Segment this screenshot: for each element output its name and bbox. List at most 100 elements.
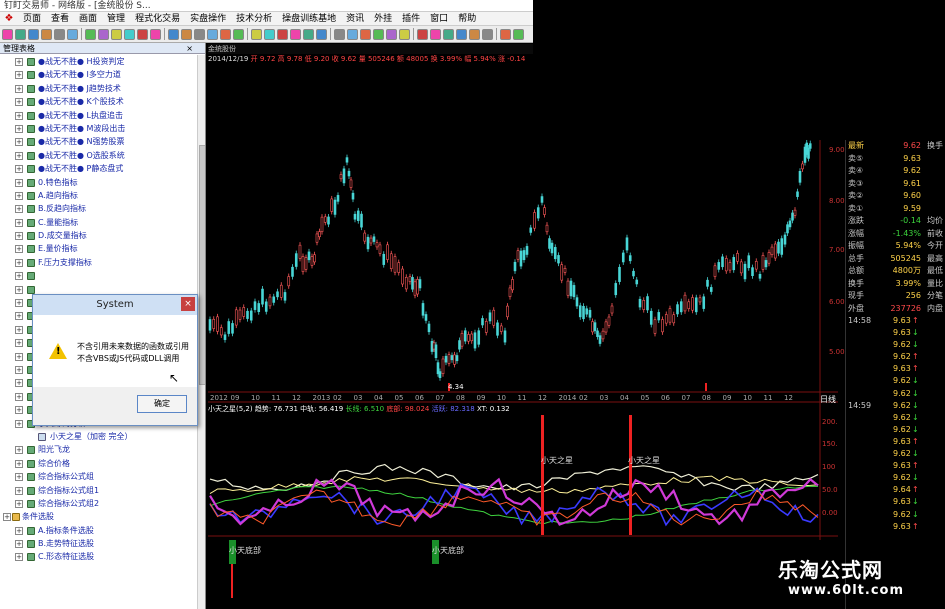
menu-item-8[interactable]: 资讯 xyxy=(341,12,369,26)
expand-icon[interactable]: + xyxy=(15,205,23,214)
toolbar-tool-icon[interactable] xyxy=(347,28,358,40)
expand-icon[interactable]: + xyxy=(15,312,23,321)
tree-item[interactable]: + F.压力支撑指标 xyxy=(0,256,197,269)
tree-item[interactable]: + B.反趋向指标 xyxy=(0,202,197,215)
toolbar-tool-icon[interactable] xyxy=(85,28,96,40)
expand-icon[interactable]: + xyxy=(15,473,23,482)
menu-item-2[interactable]: 画面 xyxy=(74,12,102,26)
toolbar-tool-icon[interactable] xyxy=(456,28,467,40)
tree-item[interactable]: + ●战无不胜● J趋势技术 xyxy=(0,82,197,95)
toolbar-tool-icon[interactable] xyxy=(513,28,524,40)
menu-item-12[interactable]: 帮助 xyxy=(453,12,481,26)
expand-icon[interactable]: + xyxy=(15,379,23,388)
tree-item[interactable]: + C.形态特征选股 xyxy=(0,550,197,563)
tree-item[interactable]: + ●战无不胜● H投资判定 xyxy=(0,55,197,68)
toolbar-tool-icon[interactable] xyxy=(111,28,122,40)
toolbar-tool-icon[interactable] xyxy=(399,28,410,40)
expand-icon[interactable]: + xyxy=(15,299,23,308)
toolbar-tool-icon[interactable] xyxy=(482,28,493,40)
expand-icon[interactable]: + xyxy=(15,232,23,241)
tree-item[interactable]: + ●战无不胜● M波段出击 xyxy=(0,122,197,135)
expand-icon[interactable]: + xyxy=(15,165,23,174)
expand-icon[interactable]: + xyxy=(15,98,23,107)
toolbar-tool-icon[interactable] xyxy=(207,28,218,40)
expand-icon[interactable]: + xyxy=(15,84,23,93)
toolbar-tool-icon[interactable] xyxy=(233,28,244,40)
expand-icon[interactable]: + xyxy=(15,339,23,348)
toolbar-tool-icon[interactable] xyxy=(277,28,288,40)
tree-item[interactable]: + ●战无不胜● P静态盘式 xyxy=(0,162,197,175)
menu-item-9[interactable]: 外挂 xyxy=(369,12,397,26)
toolbar-tool-icon[interactable] xyxy=(417,28,428,40)
tree-item[interactable]: + xyxy=(0,269,197,282)
expand-icon[interactable]: + xyxy=(15,138,23,147)
panel-close-button[interactable]: × xyxy=(186,43,193,54)
expand-icon[interactable]: + xyxy=(15,553,23,562)
toolbar-tool-icon[interactable] xyxy=(28,28,39,40)
tree-item[interactable]: + A.指标条件选股 xyxy=(0,524,197,537)
tick-list[interactable]: 14:58 9.63 ↑ 9.63 ↓ 9.62 ↓ 9.62 ↑ 9.63 ↑ 9.62 ↓ 9.62 ↓… xyxy=(846,315,945,533)
tree-item[interactable]: + 综合指标公式组1 xyxy=(0,484,197,497)
expand-icon[interactable]: + xyxy=(15,325,23,334)
toolbar-tool-icon[interactable] xyxy=(334,28,345,40)
toolbar-tool-icon[interactable] xyxy=(290,28,301,40)
expand-icon[interactable]: + xyxy=(15,272,23,281)
expand-icon[interactable]: + xyxy=(3,513,11,522)
menu-item-1[interactable]: 查看 xyxy=(46,12,74,26)
toolbar-tool-icon[interactable] xyxy=(469,28,480,40)
toolbar-tool-icon[interactable] xyxy=(194,28,205,40)
tree-item[interactable]: + 综合指标公式组 xyxy=(0,470,197,483)
expand-icon[interactable]: + xyxy=(15,191,23,200)
toolbar-tool-icon[interactable] xyxy=(303,28,314,40)
tree-item[interactable]: + 阳光飞龙 xyxy=(0,443,197,456)
toolbar-tool-icon[interactable] xyxy=(251,28,262,40)
toolbar-tool-icon[interactable] xyxy=(2,28,13,40)
toolbar-tool-icon[interactable] xyxy=(124,28,135,40)
tree-item[interactable]: + E.量价指标 xyxy=(0,242,197,255)
expand-icon[interactable]: + xyxy=(15,365,23,374)
expand-icon[interactable]: + xyxy=(15,245,23,254)
tree-item[interactable]: + C.量能指标 xyxy=(0,216,197,229)
tree-item[interactable]: + ●战无不胜● O选股系统 xyxy=(0,149,197,162)
menu-item-4[interactable]: 程式化交易 xyxy=(130,12,185,26)
menu-item-7[interactable]: 操盘训练基地 xyxy=(277,12,341,26)
expand-icon[interactable]: + xyxy=(15,392,23,401)
tree-item[interactable]: +0.特色指标 xyxy=(0,176,197,189)
tree-item[interactable]: + 条件选股 xyxy=(0,510,197,523)
expand-icon[interactable]: + xyxy=(15,446,23,455)
expand-icon[interactable]: + xyxy=(15,419,23,428)
toolbar-tool-icon[interactable] xyxy=(373,28,384,40)
toolbar-tool-icon[interactable] xyxy=(181,28,192,40)
expand-icon[interactable]: + xyxy=(15,352,23,361)
expand-icon[interactable]: + xyxy=(15,499,23,508)
expand-icon[interactable]: + xyxy=(15,178,23,187)
toolbar-tool-icon[interactable] xyxy=(168,28,179,40)
expand-icon[interactable]: + xyxy=(15,71,23,80)
menu-item-10[interactable]: 插件 xyxy=(397,12,425,26)
expand-icon[interactable]: + xyxy=(15,540,23,549)
menu-item-3[interactable]: 管理 xyxy=(102,12,130,26)
expand-icon[interactable]: + xyxy=(15,58,23,66)
tree-item[interactable]: + 综合价格 xyxy=(0,457,197,470)
expand-icon[interactable]: + xyxy=(15,285,23,294)
menu-item-0[interactable]: 页面 xyxy=(18,12,46,26)
toolbar-tool-icon[interactable] xyxy=(430,28,441,40)
tree-item[interactable]: + ●战无不胜● I多空力道 xyxy=(0,68,197,81)
chart-pane[interactable] xyxy=(206,43,533,609)
tree-item[interactable]: + ●战无不胜● K个股技术 xyxy=(0,95,197,108)
toolbar-tool-icon[interactable] xyxy=(98,28,109,40)
expand-icon[interactable]: + xyxy=(15,111,23,120)
tree-scrollbar[interactable] xyxy=(197,55,205,609)
menu-item-11[interactable]: 窗口 xyxy=(425,12,453,26)
dialog-close-button[interactable]: × xyxy=(181,297,195,311)
expand-icon[interactable]: + xyxy=(15,406,23,415)
scrollbar-thumb[interactable] xyxy=(199,145,205,385)
tree-item[interactable]: + D.成交量指标 xyxy=(0,229,197,242)
tree-item[interactable]: + 综合指标公式组2 xyxy=(0,497,197,510)
toolbar-tool-icon[interactable] xyxy=(500,28,511,40)
expand-icon[interactable]: + xyxy=(15,151,23,160)
expand-icon[interactable]: + xyxy=(15,459,23,468)
toolbar-tool-icon[interactable] xyxy=(360,28,371,40)
expand-icon[interactable]: + xyxy=(15,486,23,495)
chart-tab[interactable]: 金统股份 xyxy=(208,44,533,54)
